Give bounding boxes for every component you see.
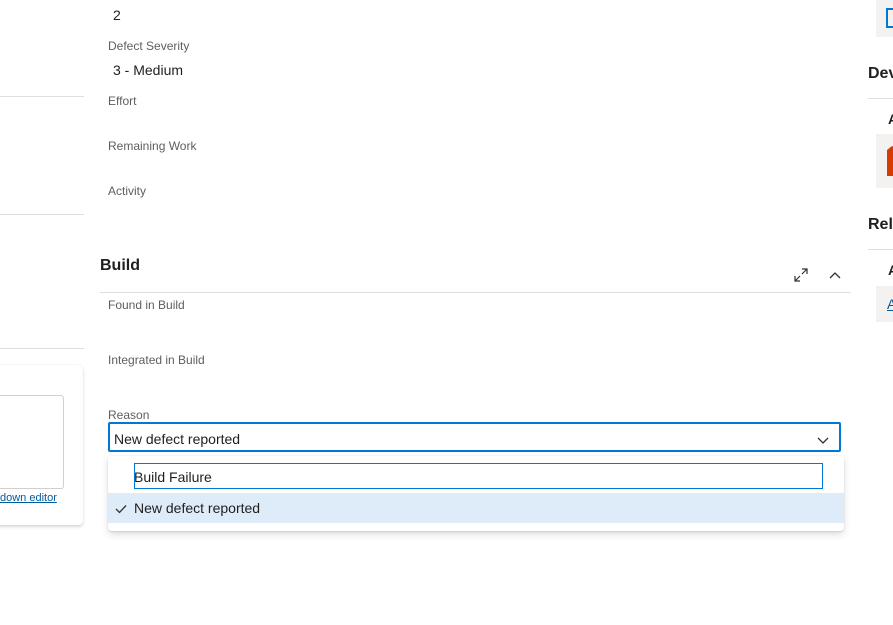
- defect-severity-label: Defect Severity: [108, 39, 190, 53]
- reason-dropdown-value: New defect reported: [114, 431, 241, 447]
- related-link[interactable]: A: [887, 296, 893, 312]
- linked-item-tile[interactable]: [876, 0, 893, 37]
- defect-severity-value[interactable]: 3 - Medium: [113, 62, 183, 78]
- reason-options-menu: Build Failure New defect reported: [108, 456, 844, 531]
- right-divider: [868, 98, 893, 99]
- related-item-tile[interactable]: A: [876, 286, 893, 322]
- work-item-icon: [886, 8, 893, 28]
- build-section-title: Build: [100, 257, 140, 274]
- left-divider: [0, 96, 84, 97]
- development-heading: Dev: [868, 65, 893, 82]
- left-divider: [0, 348, 84, 349]
- top-field-value[interactable]: 2: [113, 7, 121, 23]
- left-divider: [0, 214, 84, 215]
- comment-editor[interactable]: [0, 395, 64, 489]
- activity-label: Activity: [108, 184, 147, 198]
- found-in-build-label: Found in Build: [108, 298, 185, 312]
- integrated-in-build-label: Integrated in Build: [108, 353, 205, 367]
- option-label: Build Failure: [134, 469, 212, 485]
- chevron-down-icon: [817, 432, 829, 450]
- markdown-editor-link[interactable]: down editor: [0, 492, 57, 504]
- checkmark-icon: [115, 501, 127, 519]
- expand-icon[interactable]: [791, 265, 811, 285]
- remaining-work-label: Remaining Work: [108, 139, 197, 153]
- option-build-failure[interactable]: Build Failure: [108, 462, 844, 492]
- right-divider: [868, 249, 893, 250]
- chevron-up-icon[interactable]: [825, 265, 845, 285]
- reason-label: Reason: [108, 408, 150, 422]
- reason-dropdown[interactable]: New defect reported: [108, 422, 841, 452]
- add-link-label[interactable]: A: [888, 111, 893, 127]
- effort-label: Effort: [108, 94, 137, 108]
- related-work-heading: Rela: [868, 216, 893, 233]
- option-new-defect-reported[interactable]: New defect reported: [108, 493, 844, 523]
- focus-outline: [134, 463, 823, 489]
- repo-icon: [887, 146, 893, 176]
- build-section-divider: [100, 292, 851, 293]
- option-label: New defect reported: [134, 500, 261, 516]
- add-related-label[interactable]: A: [888, 262, 893, 278]
- development-item-tile[interactable]: [876, 134, 893, 188]
